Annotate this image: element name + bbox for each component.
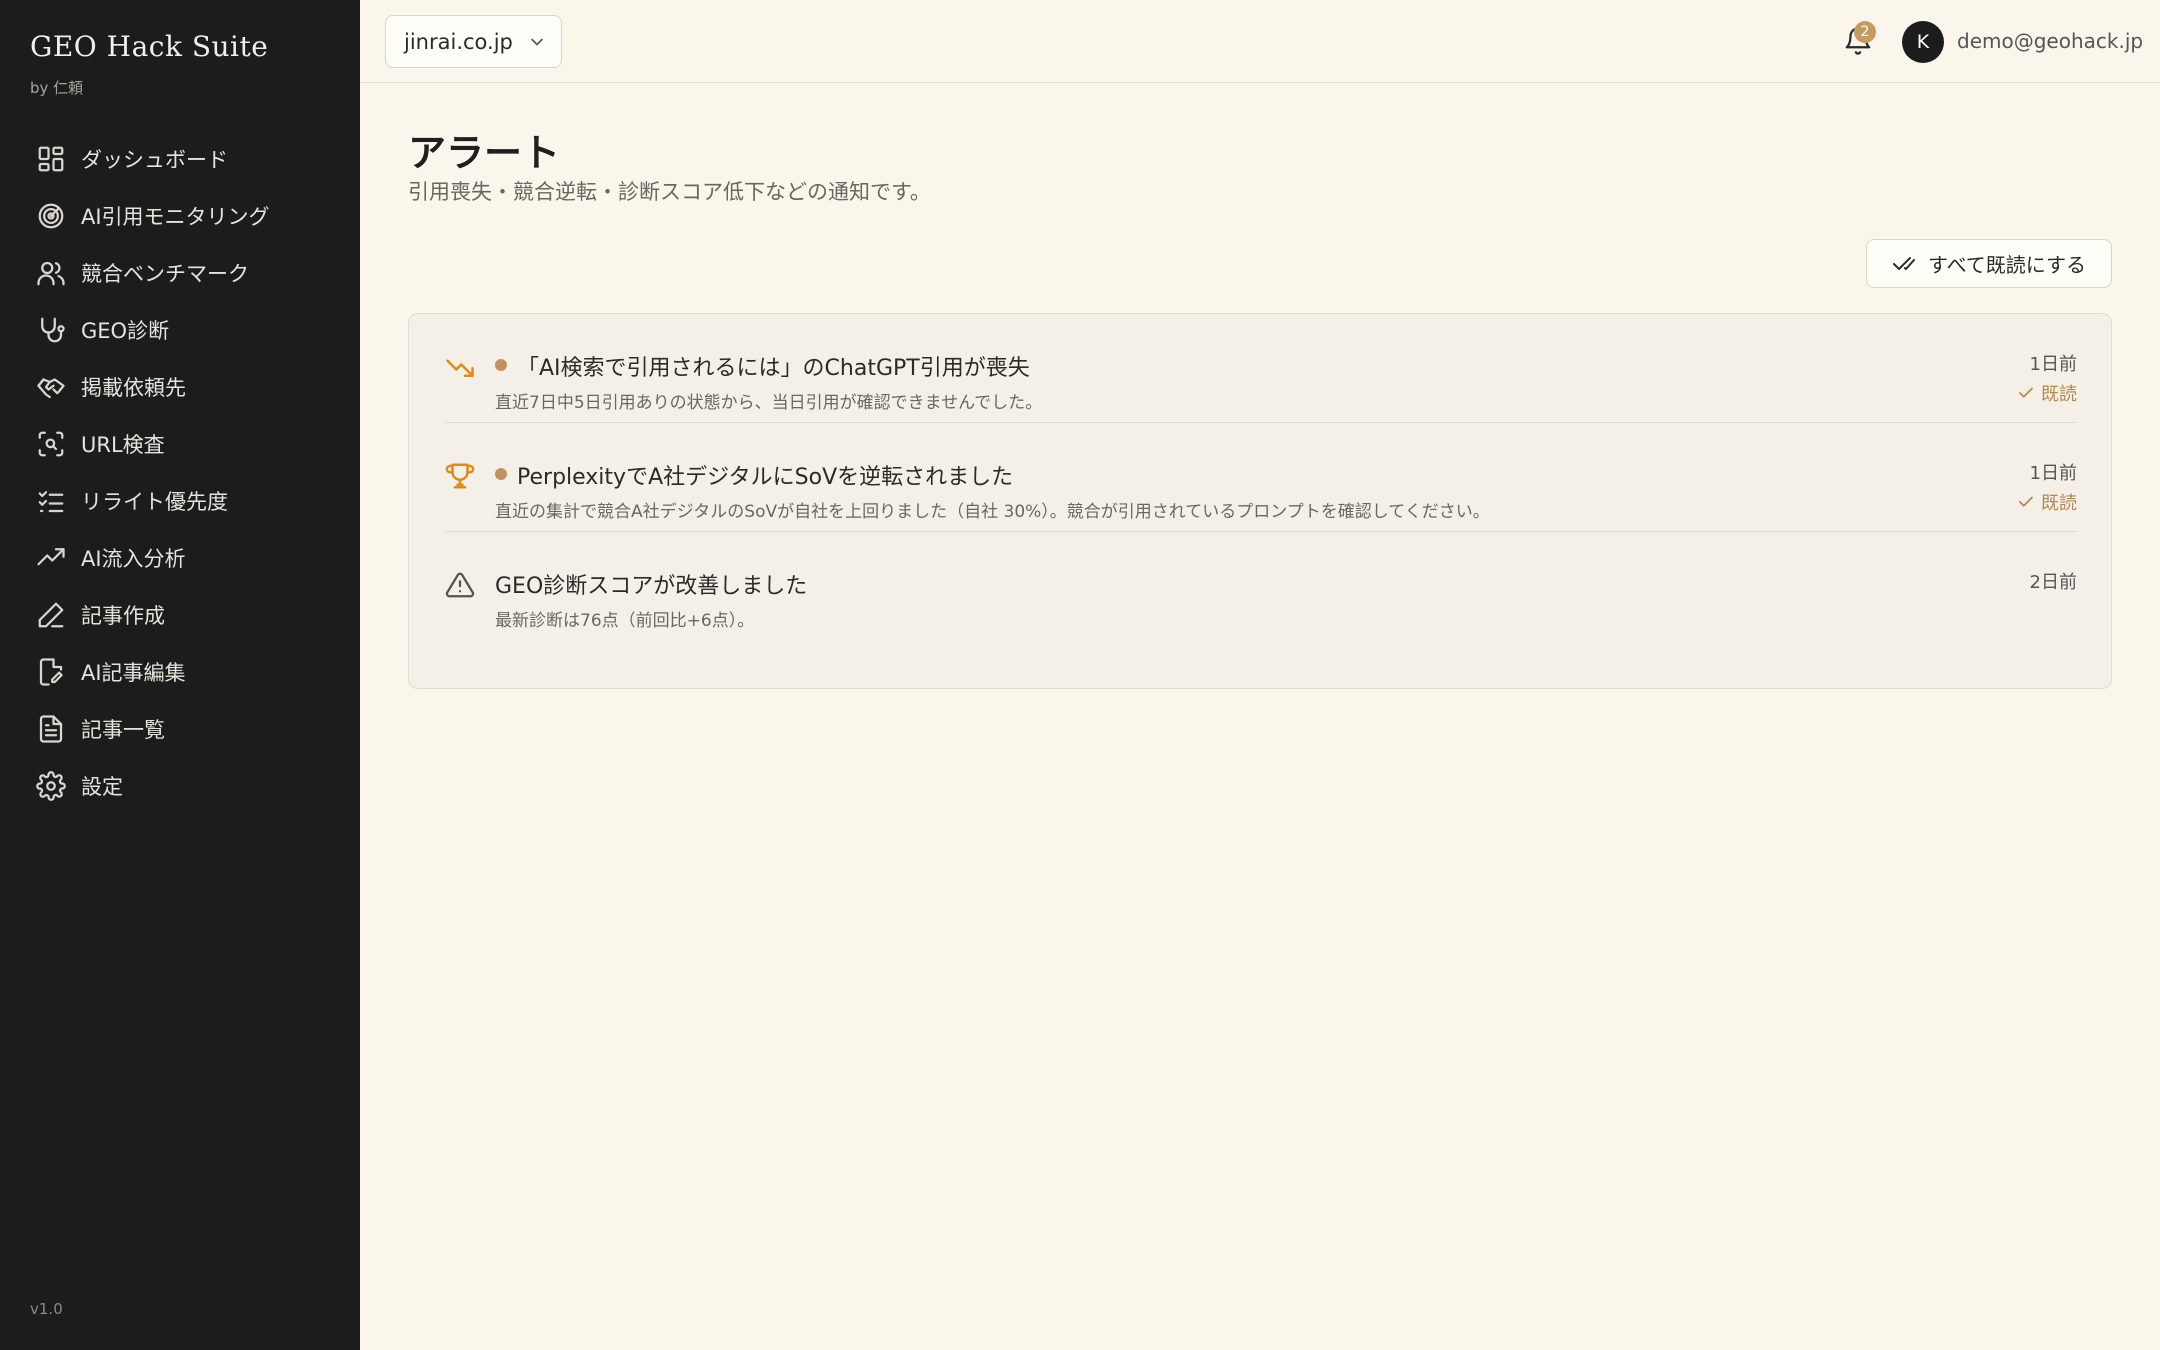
file-text-icon <box>36 714 66 744</box>
sidebar-item-label: AI引用モニタリング <box>81 204 270 229</box>
alert-time: 1日前 <box>2029 354 2077 375</box>
alert-time: 1日前 <box>2029 463 2077 484</box>
stethoscope-icon <box>36 315 66 345</box>
alert-time: 2日前 <box>2029 572 2077 593</box>
mark-all-read-button[interactable]: すべて既読にする <box>1866 239 2112 288</box>
users-icon <box>36 258 66 288</box>
sidebar-item-url-inspection[interactable]: URL検査 <box>20 415 340 472</box>
mark-read-label: 既読 <box>2041 493 2077 514</box>
chevron-down-icon <box>527 32 547 52</box>
unread-dot <box>495 359 507 371</box>
scan-search-icon <box>36 429 66 459</box>
sidebar-item-label: 掲載依頼先 <box>81 375 186 400</box>
alert-item[interactable]: PerplexityでA社デジタルにSoVを逆転されました 直近の集計で競合A社… <box>445 423 2077 532</box>
user-email[interactable]: demo@geohack.jp <box>1957 29 2143 53</box>
trophy-icon <box>445 461 475 491</box>
sidebar-item-label: リライト優先度 <box>81 489 228 514</box>
sidebar-item-label: 記事作成 <box>81 603 165 628</box>
brand-subtitle: by 仁頼 <box>30 79 84 97</box>
sidebar-item-ai-article-edit[interactable]: AI記事編集 <box>20 643 340 700</box>
sidebar-item-article-list[interactable]: 記事一覧 <box>20 700 340 757</box>
radar-icon <box>36 201 66 231</box>
alert-title: GEO診断スコアが改善しました <box>495 574 808 599</box>
sidebar-item-label: 記事一覧 <box>81 717 165 742</box>
trending-down-icon <box>445 352 475 382</box>
domain-select[interactable]: jinrai.co.jp <box>385 15 562 68</box>
warning-triangle-icon <box>445 570 475 600</box>
sidebar-item-placement-targets[interactable]: 掲載依頼先 <box>20 358 340 415</box>
check-icon <box>2019 496 2033 507</box>
alert-title: PerplexityでA社デジタルにSoVを逆転されました <box>517 465 1014 490</box>
sidebar-item-ai-citation-monitoring[interactable]: AI引用モニタリング <box>20 187 340 244</box>
alert-title: 「AI検索で引用されるには」のChatGPT引用が喪失 <box>517 356 1030 381</box>
sidebar-item-rewrite-priority[interactable]: リライト優先度 <box>20 472 340 529</box>
double-check-icon <box>1893 256 1915 270</box>
sidebar-item-settings[interactable]: 設定 <box>20 757 340 814</box>
list-checks-icon <box>36 486 66 516</box>
mark-read-button[interactable]: 既読 <box>2017 380 2077 406</box>
sidebar-item-label: GEO診断 <box>81 318 170 343</box>
domain-select-value: jinrai.co.jp <box>404 29 513 54</box>
sidebar-item-article-create[interactable]: 記事作成 <box>20 586 340 643</box>
notification-count-badge: 2 <box>1854 21 1876 43</box>
sidebar-item-label: 設定 <box>81 774 123 799</box>
unread-dot <box>495 468 507 480</box>
top-bar: jinrai.co.jp 2 K demo@geohack.jp <box>360 0 2160 83</box>
check-icon <box>2019 387 2033 398</box>
app-version: v1.0 <box>30 1300 63 1318</box>
brand-title[interactable]: GEO Hack Suite <box>30 30 268 63</box>
alert-item[interactable]: 「AI検索で引用されるには」のChatGPT引用が喪失 直近7日中5日引用ありの… <box>445 314 2077 423</box>
sidebar-item-label: AI流入分析 <box>81 546 186 571</box>
alert-description: 最新診断は76点（前回比+6点）。 <box>495 611 755 631</box>
sidebar-nav: ダッシュボード AI引用モニタリング 競合ベンチマーク GEO診断 掲載依頼先 <box>20 130 340 814</box>
avatar[interactable]: K <box>1902 21 1944 63</box>
alerts-list: 「AI検索で引用されるには」のChatGPT引用が喪失 直近7日中5日引用ありの… <box>408 313 2112 689</box>
sidebar-item-competitor-benchmark[interactable]: 競合ベンチマーク <box>20 244 340 301</box>
mark-all-read-label: すべて既読にする <box>1928 255 2086 277</box>
trending-up-icon <box>36 543 66 573</box>
sidebar-item-geo-diagnosis[interactable]: GEO診断 <box>20 301 340 358</box>
sidebar-item-dashboard[interactable]: ダッシュボード <box>20 130 340 187</box>
sidebar-item-label: ダッシュボード <box>81 147 228 172</box>
page-subtitle: 引用喪失・競合逆転・診断スコア低下などの通知です。 <box>408 180 931 204</box>
sidebar-item-label: AI記事編集 <box>81 660 186 685</box>
pen-icon <box>36 600 66 630</box>
page-title: アラート <box>408 131 561 175</box>
handshake-icon <box>36 372 66 402</box>
alert-item[interactable]: GEO診断スコアが改善しました 最新診断は76点（前回比+6点）。 2日前 <box>445 532 2077 641</box>
gear-icon <box>36 770 66 801</box>
mark-read-button[interactable]: 既読 <box>2017 489 2077 515</box>
file-edit-icon <box>36 657 66 687</box>
sidebar-item-label: 競合ベンチマーク <box>81 261 249 286</box>
alert-description: 直近の集計で競合A社デジタルのSoVが自社を上回りました（自社 30%）。競合が… <box>495 502 1490 522</box>
mark-read-label: 既読 <box>2041 384 2077 405</box>
sidebar-item-label: URL検査 <box>81 432 165 457</box>
dashboard-grid-icon <box>36 144 66 174</box>
alert-description: 直近7日中5日引用ありの状態から、当日引用が確認できませんでした。 <box>495 393 1043 413</box>
sidebar-item-ai-traffic-analysis[interactable]: AI流入分析 <box>20 529 340 586</box>
sidebar: GEO Hack Suite by 仁頼 ダッシュボード AI引用モニタリング … <box>0 0 360 1350</box>
